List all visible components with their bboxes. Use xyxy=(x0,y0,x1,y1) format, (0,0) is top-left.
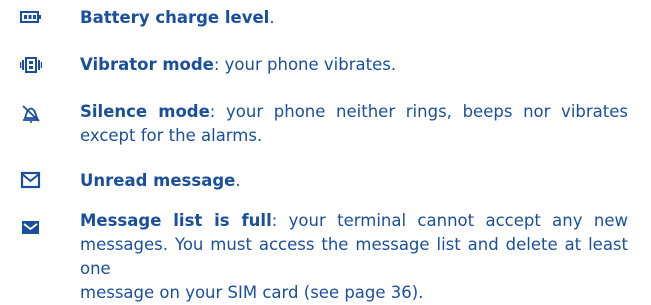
silence-description: Silence mode: your phone neither rings, … xyxy=(80,100,628,148)
vibrator-term: Vibrator mode xyxy=(80,55,214,74)
silence-icon xyxy=(20,103,42,123)
unread-message-description: Unread message. xyxy=(80,169,628,193)
vibrator-description: Vibrator mode: your phone vibrates. xyxy=(80,53,628,77)
battery-desc: . xyxy=(269,8,275,27)
vibrate-icon xyxy=(20,55,42,75)
vibrator-desc: : your phone vibrates. xyxy=(213,55,397,74)
silence-desc-line2: except for the alarms. xyxy=(80,126,263,145)
message-list-full-term: Message list is full xyxy=(80,211,272,230)
battery-icon xyxy=(20,7,42,27)
message-list-full-desc-line2: messages. You must access the message li… xyxy=(80,235,628,278)
unread-message-desc: . xyxy=(235,171,241,190)
message-list-full-description: Message list is full: your terminal cann… xyxy=(80,209,628,305)
message-list-full-desc-line3: message on your SIM card (see page 36). xyxy=(80,283,424,302)
silence-desc-line1: : your phone neither rings, beeps nor vi… xyxy=(209,102,628,121)
message-list-full-desc-line1: : your terminal cannot accept any new xyxy=(271,211,628,230)
battery-description: Battery charge level. xyxy=(80,6,628,30)
unread-message-term: Unread message xyxy=(80,171,236,190)
message-list-full-icon xyxy=(20,217,42,237)
silence-term: Silence mode xyxy=(80,102,210,121)
battery-term: Battery charge level xyxy=(80,8,270,27)
unread-message-icon xyxy=(20,170,42,190)
